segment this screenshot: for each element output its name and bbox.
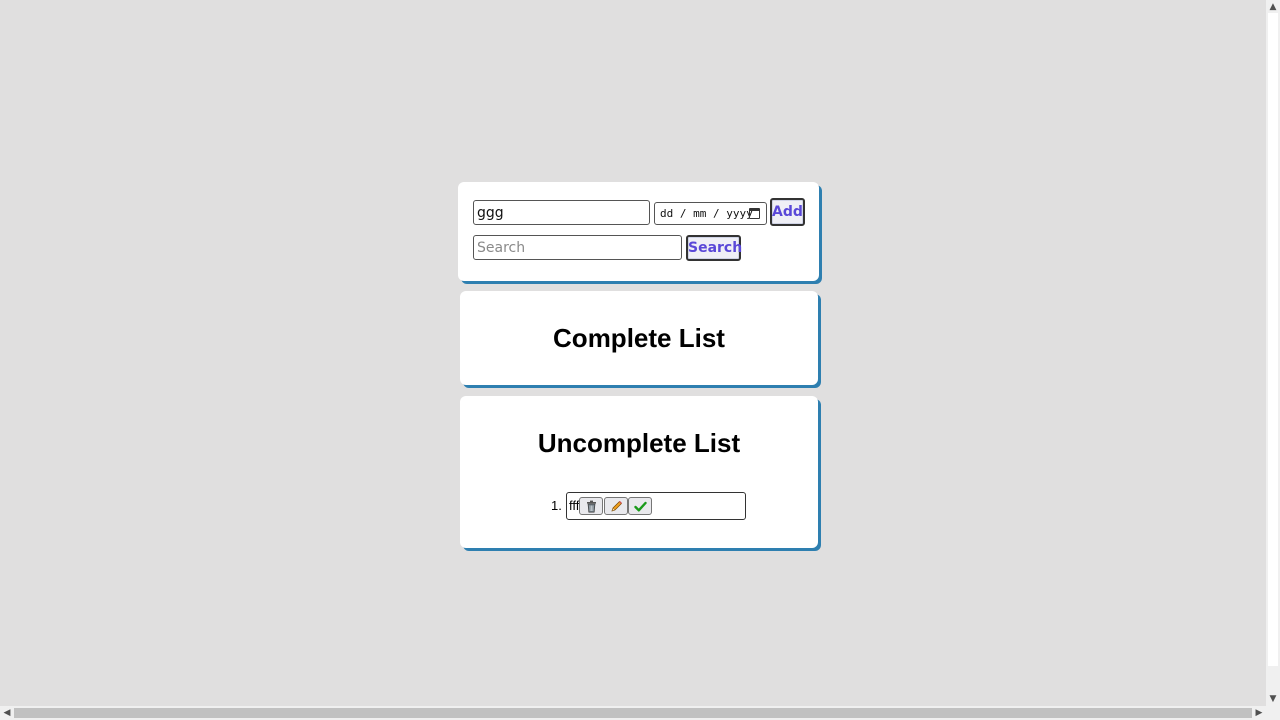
complete-button[interactable] [628, 497, 652, 515]
complete-list-title: Complete List [553, 323, 725, 353]
list-item: fff [566, 492, 746, 520]
scroll-right-arrow-icon[interactable]: ▶ [1252, 706, 1266, 720]
pencil-icon [611, 501, 622, 512]
complete-list-card: Complete List [460, 291, 818, 385]
search-button[interactable]: Search [686, 235, 742, 261]
task-input[interactable] [473, 200, 650, 225]
scroll-up-arrow-icon[interactable]: ▲ [1266, 0, 1280, 14]
uncomplete-list-title: Uncomplete List [537, 428, 741, 458]
calendar-icon[interactable] [749, 208, 760, 219]
todo-form-card: dd / mm / yyyy Add Search [458, 182, 819, 281]
trash-icon [587, 500, 596, 513]
add-button[interactable]: Add [770, 198, 805, 226]
delete-button[interactable] [579, 497, 603, 515]
scroll-down-arrow-icon[interactable]: ▼ [1266, 692, 1280, 706]
edit-button[interactable] [604, 497, 628, 515]
list-item-text: fff [569, 498, 580, 513]
search-input[interactable] [473, 235, 682, 260]
scroll-left-arrow-icon[interactable]: ◀ [0, 706, 14, 720]
horizontal-scrollbar-thumb[interactable] [14, 708, 1252, 718]
vertical-scrollbar-thumb[interactable] [1268, 13, 1278, 666]
checkmark-icon [634, 501, 647, 512]
scrollbar-corner [1266, 706, 1280, 720]
date-input[interactable]: dd / mm / yyyy [654, 202, 767, 225]
list-item-number: 1. [551, 498, 562, 513]
page: dd / mm / yyyy Add Search Complete List … [0, 0, 1266, 706]
date-placeholder: dd / mm / yyyy [660, 207, 753, 220]
uncomplete-list-card: Uncomplete List 1. fff [460, 396, 818, 548]
